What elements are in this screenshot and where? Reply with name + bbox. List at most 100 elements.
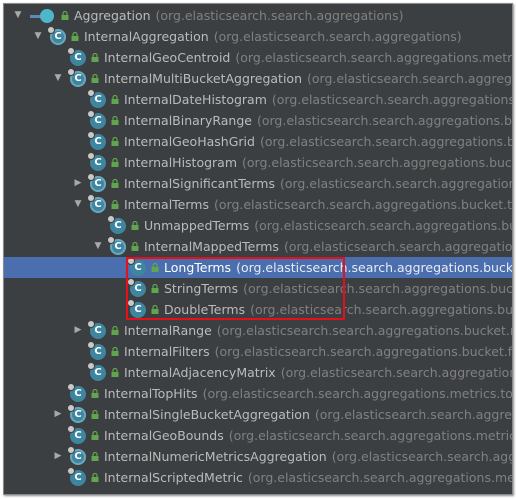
type-hierarchy-tree: ▼ Aggregation (org.elasticsearch.search.ag… [4, 4, 512, 494]
abstract-class-icon: C [87, 194, 106, 213]
package-name: (org.elasticsearch.search.aggregations.b… [254, 218, 512, 233]
package-name: (org.elasticsearch.search.aggregatio [307, 71, 512, 86]
tree-row[interactable]: C InternalAdjacencyMatrix (org.elasticsear… [4, 362, 512, 383]
package-name: (org.elasticsearch.search.aggregations.b… [236, 260, 512, 275]
package-name: (org.elasticsearch.search.aggregations.b… [242, 155, 512, 170]
public-lock-icon [90, 389, 99, 398]
collapse-arrow-icon[interactable]: ▼ [12, 10, 24, 22]
tree-row[interactable]: C LongTerms (org.elasticsearch.search.aggr… [4, 257, 512, 278]
tree-row[interactable]: C InternalGeoBounds (org.elasticsearch.sea… [4, 425, 512, 446]
collapse-arrow-icon[interactable]: ▼ [72, 199, 84, 211]
tree-row[interactable]: C InternalDateHistogram (org.elasticsearch… [4, 89, 512, 110]
class-name: InternalDateHistogram [124, 92, 267, 107]
public-lock-icon [90, 473, 99, 482]
class-icon: C [87, 110, 106, 129]
public-lock-icon [110, 137, 119, 146]
class-badge-letter: C [94, 115, 102, 126]
pin-icon [67, 467, 75, 475]
class-icon: C [67, 467, 86, 486]
expand-arrow-icon[interactable]: ▶ [72, 325, 84, 337]
package-name: (org.elasticsearch.search.aggregations.b… [259, 134, 512, 149]
class-badge-letter: C [114, 241, 122, 252]
class-name: DoubleTerms [164, 302, 246, 317]
public-lock-icon [60, 11, 69, 20]
public-lock-icon [150, 263, 159, 272]
class-icon: C [87, 320, 106, 339]
public-lock-icon [110, 95, 119, 104]
class-badge-letter: C [134, 304, 142, 315]
abstract-class-icon: C [67, 404, 86, 423]
class-icon: C [87, 152, 106, 171]
class-name: StringTerms [164, 281, 239, 296]
package-name: (org.elasticsearch.search.aggregations.m… [202, 386, 512, 401]
class-name: InternalMultiBucketAggregation [104, 71, 302, 86]
type-hierarchy-window: ▼ Aggregation (org.elasticsearch.search.ag… [3, 3, 513, 495]
pin-icon [47, 26, 55, 34]
pin-icon [127, 257, 135, 265]
public-lock-icon [90, 53, 99, 62]
pin-icon [87, 89, 95, 97]
tree-row[interactable]: ▶ C InternalSignificantTerms (org.elasticse… [4, 173, 512, 194]
pin-icon [67, 47, 75, 55]
class-badge-letter: C [74, 73, 82, 84]
tree-row[interactable]: ▶ C InternalRange (org.elasticsearch.search… [4, 320, 512, 341]
class-icon: C [67, 47, 86, 66]
public-lock-icon [130, 242, 139, 251]
class-badge-letter: C [94, 199, 102, 210]
pin-icon [87, 173, 95, 181]
abstract-class-icon: C [47, 26, 66, 45]
expand-arrow-icon[interactable]: ▶ [52, 409, 64, 421]
tree-row[interactable]: C InternalFilters (org.elasticsearch.searc… [4, 341, 512, 362]
tree-row[interactable]: C StringTerms (org.elasticsearch.search.ag… [4, 278, 512, 299]
tree-row[interactable]: C DoubleTerms (org.elasticsearch.search.ag… [4, 299, 512, 320]
tree-row[interactable]: C InternalTopHits (org.elasticsearch.searc… [4, 383, 512, 404]
tree-row[interactable]: ▼ Aggregation (org.elasticsearch.search.ag… [4, 5, 512, 26]
public-lock-icon [70, 32, 79, 41]
expand-arrow-icon[interactable]: ▶ [52, 451, 64, 463]
interface-icon [30, 8, 56, 24]
collapse-arrow-icon[interactable]: ▼ [32, 31, 44, 43]
class-icon: C [127, 299, 146, 318]
tree-row[interactable]: C InternalBinaryRange (org.elasticsearch.s… [4, 110, 512, 131]
class-badge-letter: C [94, 325, 102, 336]
tree-row[interactable]: C UnmappedTerms (org.elasticsearch.search.… [4, 215, 512, 236]
class-name: InternalGeoCentroid [104, 50, 231, 65]
public-lock-icon [110, 368, 119, 377]
class-badge-letter: C [74, 451, 82, 462]
tree-row[interactable]: C InternalGeoHashGrid (org.elasticsearch.s… [4, 131, 512, 152]
package-name: (org.elasticsearch.search.aggregations.b… [216, 323, 512, 338]
tree-row[interactable]: ▶ C InternalSingleBucketAggregation (org.el… [4, 404, 512, 425]
class-badge-letter: C [94, 157, 102, 168]
collapse-arrow-icon[interactable]: ▼ [92, 241, 104, 253]
expand-arrow-icon[interactable]: ▶ [72, 178, 84, 190]
tree-row[interactable]: C InternalScriptedMetric (org.elasticsearc… [4, 467, 512, 488]
class-badge-letter: C [94, 94, 102, 105]
package-name: (org.elasticsearch.search.aggregations.b… [243, 281, 512, 296]
class-icon: C [87, 341, 106, 360]
tree-row[interactable]: C InternalGeoCentroid (org.elasticsearch.s… [4, 47, 512, 68]
class-badge-letter: C [74, 472, 82, 483]
class-name: InternalGeoHashGrid [124, 134, 255, 149]
pin-icon [107, 236, 115, 244]
package-name: (org.elasticsearch.search.aggregations.m… [247, 470, 512, 485]
public-lock-icon [130, 221, 139, 230]
class-icon: C [107, 215, 126, 234]
package-name: (org.elasticsearch.search.aggregations.b… [283, 239, 512, 254]
class-icon: C [87, 131, 106, 150]
class-name: InternalHistogram [124, 155, 238, 170]
tree-row[interactable]: ▼ C InternalTerms (org.elasticsearch.search… [4, 194, 512, 215]
package-name: (org.elasticsearch.search.aggregations.b [280, 365, 512, 380]
tree-row[interactable]: ▶ C InternalNumericMetricsAggregation (org.… [4, 446, 512, 467]
tree-row[interactable]: ▼ C InternalMultiBucketAggregation (org.ela… [4, 68, 512, 89]
collapse-arrow-icon[interactable]: ▼ [52, 73, 64, 85]
tree-row[interactable]: ▼ C InternalAggregation (org.elasticsearch.… [4, 26, 512, 47]
class-icon: C [67, 425, 86, 444]
tree-row[interactable]: C InternalHistogram (org.elasticsearch.sea… [4, 152, 512, 173]
public-lock-icon [110, 116, 119, 125]
class-icon: C [127, 257, 146, 276]
pin-icon [87, 320, 95, 328]
abstract-class-icon: C [107, 236, 126, 255]
class-badge-letter: C [54, 31, 62, 42]
tree-row[interactable]: ▼ C InternalMappedTerms (org.elasticsearch.… [4, 236, 512, 257]
class-name: InternalGeoBounds [104, 428, 224, 443]
